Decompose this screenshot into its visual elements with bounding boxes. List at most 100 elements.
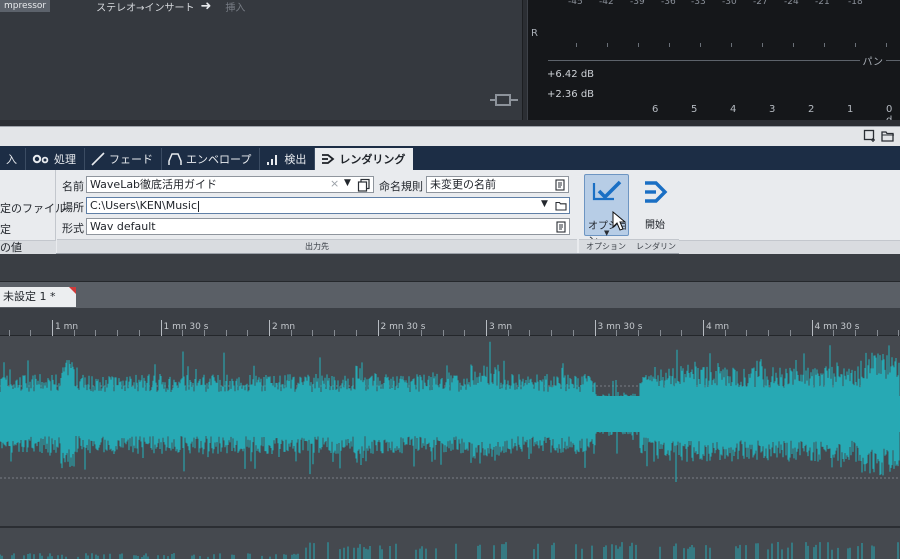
options-group-caption: オプション	[579, 239, 633, 253]
tab-envelope-label: エンベロープ	[186, 153, 252, 166]
start-render-button[interactable]: 開始	[636, 174, 676, 236]
start-label: 開始	[645, 220, 665, 231]
tab-import-label: 入	[6, 153, 17, 166]
meter-tick	[669, 43, 670, 47]
open-folder-icon[interactable]	[881, 129, 895, 143]
meter-tick	[824, 43, 825, 47]
waveform-view[interactable]	[0, 336, 900, 526]
waveform-path-2	[0, 542, 899, 559]
meter-tick	[855, 43, 856, 47]
new-window-icon[interactable]	[863, 129, 877, 143]
tab-process[interactable]: 処理	[26, 148, 85, 170]
tab-import[interactable]: 入	[0, 148, 26, 170]
render-start-icon	[645, 181, 668, 203]
meter-tick	[638, 43, 639, 47]
meter-scale-top: -45 -42 -39 -36 -33 -30 -27 -24 -21 -18	[528, 0, 900, 8]
tab-render-label: レンダリング	[339, 153, 406, 166]
meter-tick	[576, 43, 577, 47]
plugin-panel: mpressor ステレオ→インサート ➜ 挿入	[0, 0, 523, 120]
ruler-major-tick	[811, 320, 813, 336]
browse-folder-icon[interactable]	[553, 197, 569, 214]
ruler-label: 2 mn 30 s	[380, 322, 426, 332]
ribbon-tab-bar: 入 処理 フェード エンベロープ 検出 レンダリング	[0, 146, 900, 170]
separator-strip	[0, 254, 900, 282]
text-caret	[198, 200, 199, 212]
meter-tick	[731, 43, 732, 47]
ruler-label: 4 mn	[706, 322, 730, 332]
left-item-file[interactable]: 定のファイル	[0, 200, 66, 216]
waveform-channel-1	[0, 341, 900, 482]
name-label: 名前	[62, 180, 84, 193]
ruler-major-tick	[703, 320, 704, 336]
name-field-value: WaveLab徹底活用ガイド	[90, 178, 218, 191]
clear-icon[interactable]: ×	[330, 177, 339, 190]
meter-tick	[700, 43, 701, 47]
meter-tick	[762, 43, 763, 47]
plugin-name-tab[interactable]: mpressor	[0, 0, 51, 12]
render-group-caption: レンダリング	[633, 239, 679, 265]
location-label: 場所	[62, 201, 84, 214]
format-field[interactable]: Wav default	[86, 218, 570, 235]
tab-fade[interactable]: フェード	[85, 148, 162, 170]
left-group-caption: の値	[0, 240, 56, 254]
pan-label: パン	[859, 53, 886, 68]
level-meter-panel: -45 -42 -39 -36 -33 -30 -27 -24 -21 -18 R パン +6.4…	[527, 0, 900, 126]
insert-label[interactable]: 挿入	[225, 0, 245, 14]
location-field[interactable]: C:\Users\KEN\Music	[86, 197, 570, 214]
waveform-channel-2	[0, 542, 899, 559]
location-dropdown-icon[interactable]: ▼	[541, 199, 548, 209]
render-arrow-icon	[322, 154, 335, 164]
fade-icon	[91, 152, 105, 166]
waveform-view-2[interactable]	[0, 527, 900, 559]
time-ruler[interactable]: 1 mn 1 mn 30 s 2 mn 2 mn 30 s 3 mn 3 mn 30 s 4…	[0, 308, 900, 336]
presets-icon[interactable]	[356, 176, 372, 193]
caption-filler	[679, 240, 900, 254]
file-tab-untitled[interactable]: 未設定 1 *	[0, 287, 76, 307]
format-edit-icon[interactable]	[553, 218, 569, 235]
left-item-setting[interactable]: 定	[0, 221, 11, 237]
mouse-cursor-icon	[612, 211, 626, 231]
meter-scale-top-label: -36	[661, 0, 676, 7]
meter-scale-top-label: -24	[784, 0, 799, 7]
meter-tick	[793, 43, 794, 47]
meter-scale-bottom-label: 2	[808, 104, 815, 115]
channel-r-label: R	[531, 28, 538, 39]
plug-connector-icon[interactable]	[490, 93, 518, 107]
modified-marker-icon	[69, 287, 76, 294]
render-ribbon: 定のファイル 定 の値 名前 WaveLab徹底活用ガイド × ▼ 命名規則 未…	[0, 170, 900, 265]
tab-render[interactable]: レンダリング	[315, 148, 414, 170]
tab-process-label: 処理	[54, 153, 76, 166]
wavelab-window: mpressor ステレオ→インサート ➜ 挿入 -45 -42 -39 -36 -33…	[0, 0, 900, 559]
format-label: 形式	[62, 222, 84, 235]
format-value: Wav default	[90, 220, 156, 233]
pan-line	[548, 60, 900, 61]
meter-scale-top-label: -30	[722, 0, 737, 7]
waveform-core	[0, 396, 900, 432]
meter-scale-bottom-label: 5	[691, 104, 698, 115]
meter-scale-bottom-label: 6	[652, 104, 659, 115]
meter-scale-top-label: -21	[815, 0, 830, 7]
tab-detect[interactable]: 検出	[260, 148, 316, 170]
tab-envelope[interactable]: エンベロープ	[162, 148, 261, 170]
meter-scale-bottom-label: 3	[769, 104, 776, 115]
file-tab-label: 未設定 1 *	[3, 290, 56, 303]
detect-bars-icon	[267, 155, 278, 165]
meter-scale-top-label: -45	[568, 0, 583, 7]
naming-rule-label: 命名規則	[379, 180, 423, 193]
naming-rule-field[interactable]: 未変更の名前	[426, 176, 569, 193]
envelope-icon	[168, 153, 182, 165]
mini-toolbar	[0, 126, 900, 146]
ruler-label: 1 mn	[55, 322, 79, 332]
arrow-right-icon: ➜	[200, 0, 212, 14]
meter-scale-top-label: -27	[753, 0, 768, 7]
dropdown-arrow-icon[interactable]: ▼	[344, 178, 351, 188]
plugin-route-label: ステレオ→インサート	[96, 2, 195, 14]
process-gears-icon	[32, 154, 49, 164]
naming-rule-edit-icon[interactable]	[552, 176, 568, 193]
meter-scale-bottom: 6543210 d	[528, 104, 900, 126]
peak-value-1: +6.42 dB	[547, 69, 595, 80]
ruler-label: 3 mn	[489, 322, 513, 332]
ruler-label: 2 mn	[272, 322, 296, 332]
ruler-major-tick	[486, 320, 487, 336]
meter-tick-line	[528, 43, 900, 47]
